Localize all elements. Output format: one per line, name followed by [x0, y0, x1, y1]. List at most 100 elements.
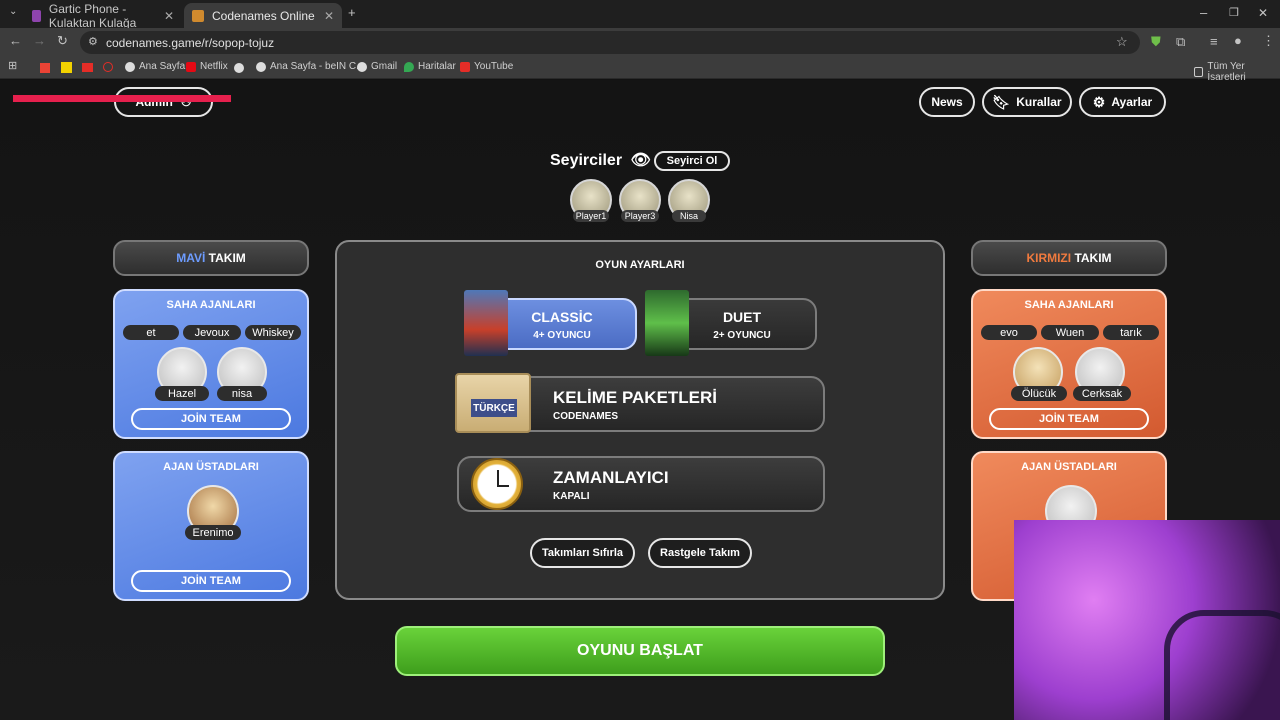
- join-team-button[interactable]: JOİN TEAM: [131, 408, 291, 430]
- folder-icon: [1194, 67, 1204, 77]
- maps-pin-icon: [404, 61, 414, 72]
- word-pack-title: KELİME PAKETLERİ: [553, 388, 718, 407]
- address-bar[interactable]: ⚙ codenames.game/r/sopop-tojuz ☆: [80, 31, 1140, 54]
- spectator-button-label: Seyirci Ol: [666, 155, 718, 167]
- browser-tab-bar: ⌄ Gartic Phone - Kulaktan Kulağa ✕ Coden…: [0, 0, 1280, 30]
- browser-toolbar: ← → ↻ ⚙ codenames.game/r/sopop-tojuz ☆ ⛊…: [0, 28, 1280, 57]
- tab-codenames[interactable]: Codenames Online ✕: [184, 3, 342, 28]
- spectators-title: Seyirciler 👁︎: [550, 150, 651, 170]
- apps-grid-icon[interactable]: ⊞: [8, 59, 17, 72]
- forward-icon[interactable]: →: [33, 33, 46, 48]
- join-team-button[interactable]: JOİN TEAM: [989, 408, 1149, 430]
- reload-icon[interactable]: ↻: [57, 33, 68, 49]
- settings-title: OYUN AYARLARI: [595, 259, 685, 271]
- settings-label: Ayarlar: [1111, 95, 1153, 109]
- bookmark-ana-sayfa[interactable]: Ana Sayfa: [125, 61, 185, 72]
- word-pack-box-icon: TÜRKÇE: [455, 373, 531, 433]
- bookmark-label: YouTube: [474, 61, 514, 72]
- bookmark-gmail[interactable]: Gmail: [357, 61, 397, 72]
- bookmark-youtube[interactable]: YouTube: [460, 61, 513, 72]
- join-team-button[interactable]: JOİN TEAM: [131, 570, 291, 592]
- close-window-icon[interactable]: ✕: [1258, 6, 1268, 20]
- bookmark-haritalar[interactable]: Haritalar: [404, 61, 456, 72]
- word-pack-sub: CODENAMES: [553, 411, 619, 422]
- site-info-icon[interactable]: ⚙: [88, 35, 98, 48]
- url-text: codenames.game/r/sopop-tojuz: [106, 35, 275, 50]
- news-label: News: [931, 95, 963, 109]
- blue-field-operatives-panel: SAHA AJANLARI et Jevoux Whiskey Hazel ni…: [113, 289, 309, 439]
- gartic-favicon-icon: [32, 9, 41, 22]
- panel-title: SAHA AJANLARI: [1024, 299, 1114, 311]
- back-icon[interactable]: ←: [9, 33, 22, 48]
- extension-shield-icon[interactable]: ⛊: [1151, 34, 1161, 50]
- eye-icon: 👁︎: [630, 152, 651, 169]
- stopwatch-icon: [471, 458, 523, 510]
- panel-title: AJAN ÜSTADLARI: [163, 461, 259, 473]
- bookmark-label: Ana Sayfa - beIN C...: [270, 61, 365, 72]
- player-name-tag: Ölücük: [1011, 386, 1067, 401]
- menu-kebab-icon[interactable]: ⋮: [1262, 33, 1275, 49]
- rules-button[interactable]: 🔖︎ Kurallar: [982, 87, 1072, 117]
- bookmark-label: Ana Sayfa: [139, 61, 186, 72]
- bookmark-netflix[interactable]: Netflix: [186, 61, 228, 72]
- player-name-tag: evo: [981, 325, 1037, 340]
- tab-search-icon[interactable]: ⌄: [9, 6, 17, 17]
- bookmark-label: Haritalar: [418, 61, 456, 72]
- bookmark-yellow-icon[interactable]: [61, 62, 72, 73]
- team-label: TAKIM: [208, 251, 246, 265]
- globe-icon: [256, 61, 266, 72]
- player-name-tag: et: [123, 325, 179, 340]
- media-icon[interactable]: ≡: [1210, 34, 1218, 49]
- player-name-tag: Wuen: [1041, 325, 1099, 340]
- codenames-page: Admin ⚇ News 🔖︎ Kurallar ⚙ Ayarlar Seyir…: [0, 80, 1280, 720]
- close-tab-icon[interactable]: ✕: [324, 9, 334, 23]
- new-tab-icon[interactable]: +: [348, 5, 356, 20]
- mode-players: 2+ OYUNCU: [713, 330, 771, 341]
- red-team-header: KIRMIZI TAKIM: [971, 240, 1167, 276]
- close-tab-icon[interactable]: ✕: [164, 9, 174, 23]
- mode-players: 4+ OYUNCU: [533, 330, 591, 341]
- player-name-tag: tarık: [1103, 325, 1159, 340]
- youtube-icon: [460, 61, 470, 72]
- reset-teams-button[interactable]: Takımları Sıfırla: [530, 538, 635, 568]
- opera-bookmark-icon[interactable]: [103, 62, 113, 72]
- profile-avatar-icon[interactable]: ●: [1234, 33, 1242, 48]
- spectator-name: Player1: [573, 210, 609, 222]
- player-name-tag: Jevoux: [183, 325, 241, 340]
- spectator-name: Player3: [621, 210, 659, 222]
- youtube-bookmark-icon[interactable]: [82, 63, 93, 72]
- clock-hand-icon: [497, 470, 499, 486]
- mode-duet-button[interactable]: DUET 2+ OYUNCU: [667, 298, 817, 350]
- extensions-icon[interactable]: ⧉: [1176, 34, 1185, 50]
- globe-icon[interactable]: [234, 63, 244, 73]
- admin-button[interactable]: Admin ⚇: [114, 87, 213, 117]
- codenames-favicon-icon: [192, 9, 204, 22]
- red-field-operatives-panel: SAHA AJANLARI evo Wuen tarık Ölücük Cerk…: [971, 289, 1167, 439]
- tab-title: Gartic Phone - Kulaktan Kulağa: [48, 1, 137, 30]
- restore-icon[interactable]: ❐: [1229, 6, 1239, 19]
- language-badge: TÜRKÇE: [471, 399, 517, 417]
- tab-gartic-phone[interactable]: Gartic Phone - Kulaktan Kulağa ✕: [24, 1, 182, 30]
- timer-title: ZAMANLAYICI: [553, 468, 669, 487]
- codenames-box-icon: [464, 290, 508, 356]
- blue-team-color-label: MAVİ: [176, 251, 206, 265]
- player-name-tag: Cerksak: [1073, 386, 1131, 401]
- spectator-name: Nisa: [672, 210, 706, 222]
- panel-title: SAHA AJANLARI: [166, 299, 256, 311]
- become-spectator-button[interactable]: Seyirci Ol: [654, 151, 730, 171]
- bookmark-star-icon[interactable]: ☆: [1116, 34, 1128, 50]
- redaction-bar: [13, 95, 231, 102]
- rules-label: Kurallar: [1016, 95, 1062, 109]
- gmail-bookmark-icon[interactable]: [40, 63, 50, 73]
- panel-title: AJAN ÜSTADLARI: [1021, 461, 1117, 473]
- news-button[interactable]: News: [919, 87, 975, 117]
- mode-classic-button[interactable]: CLASSİC 4+ OYUNCU: [487, 298, 637, 350]
- start-game-button[interactable]: OYUNU BAŞLAT: [395, 626, 885, 676]
- globe-icon: [125, 61, 135, 72]
- player-name-tag: Erenimo: [185, 525, 241, 540]
- minimize-icon[interactable]: –: [1200, 5, 1207, 20]
- settings-button[interactable]: ⚙ Ayarlar: [1079, 87, 1166, 117]
- random-teams-button[interactable]: Rastgele Takım: [648, 538, 752, 568]
- webcam-overlay: [1014, 520, 1280, 720]
- bookmark-bein[interactable]: Ana Sayfa - beIN C...: [256, 61, 365, 72]
